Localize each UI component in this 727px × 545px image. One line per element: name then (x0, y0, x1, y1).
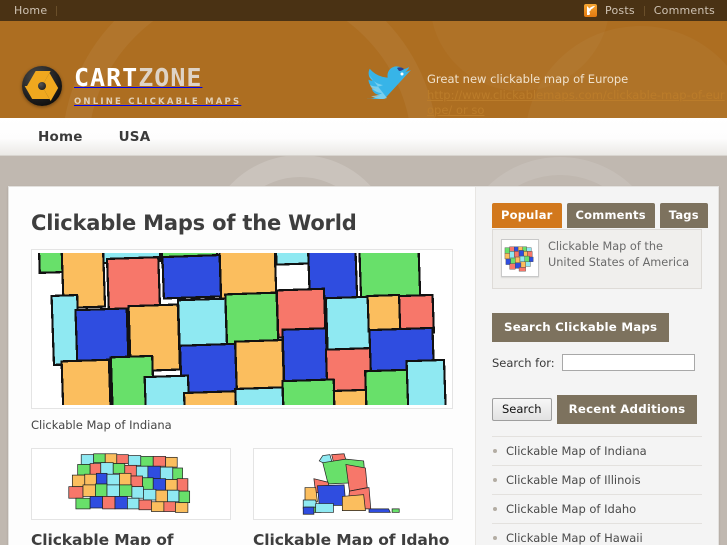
search-input[interactable] (561, 354, 695, 371)
topbar-home-link[interactable]: Home (14, 4, 47, 17)
idaho-map-frame[interactable] (253, 448, 453, 520)
logo-tagline: ONLINE CLICKABLE MAPS (74, 97, 242, 107)
featured-map-caption: Clickable Map of Indiana (31, 418, 172, 432)
usa-map-thumb-svg (504, 242, 536, 274)
topbar-right-group: Posts Comments (584, 4, 715, 17)
header-tweet: Great new clickable map of Europe http:/… (367, 65, 727, 118)
topbar-posts-link[interactable]: Posts (605, 4, 635, 17)
topbar-divider (56, 5, 58, 16)
illinois-map-title[interactable]: Clickable Map of Illinois (31, 531, 231, 545)
list-item[interactable]: Clickable Map of Idaho (492, 495, 702, 524)
tab-comments[interactable]: Comments (566, 203, 655, 228)
content-wrapper: Clickable Maps of the World Clickable Ma… (8, 186, 719, 545)
rss-arc-outer (587, 6, 596, 14)
tweet-link[interactable]: http://www.clickablemaps.com/clickable-m… (427, 88, 727, 118)
site-logo[interactable]: CARTZONE ONLINE CLICKABLE MAPS (22, 65, 241, 107)
tab-tags[interactable]: Tags (659, 203, 708, 228)
logo-wordmark: CARTZONE (74, 63, 202, 92)
sidebar: Popular Comments Tags Clickable Map of t… (476, 187, 718, 545)
map-card-illinois: Clickable Map of Illinois (31, 448, 231, 545)
top-utility-bar: Home Posts Comments (0, 0, 727, 21)
map-card-grid: Clickable Map of Illinois (31, 448, 453, 545)
search-row: Search for: (492, 354, 702, 371)
list-item[interactable]: Clickable Map of Illinois (492, 466, 702, 495)
map-card-idaho: Clickable Map of Idaho (253, 448, 453, 545)
list-item[interactable]: Clickable Map of Hawaii (492, 524, 702, 545)
logo-word-cart: CART (74, 63, 139, 92)
search-widget-heading: Search Clickable Maps (492, 313, 670, 342)
site-header: CARTZONE ONLINE CLICKABLE MAPS Great new… (0, 21, 727, 118)
nav-item-usa[interactable]: USA (101, 129, 169, 145)
illinois-map-frame[interactable] (31, 448, 231, 520)
radioactive-globe-icon (22, 66, 62, 106)
logo-hub (38, 82, 46, 90)
indiana-county-map[interactable] (35, 250, 449, 408)
popular-item-label[interactable]: Clickable Map of the United States of Am… (548, 239, 693, 272)
tab-popular[interactable]: Popular (492, 203, 562, 228)
twitter-bird-icon (367, 66, 411, 99)
search-button[interactable]: Search (492, 398, 552, 421)
usa-map-thumbnail[interactable] (501, 239, 539, 277)
main-content-column: Clickable Maps of the World Clickable Ma… (9, 187, 476, 545)
idaho-county-map[interactable] (257, 452, 449, 516)
popular-list-item[interactable]: Clickable Map of the United States of Am… (501, 239, 693, 277)
recent-additions-list: Clickable Map of Indiana Clickable Map o… (492, 436, 702, 545)
illinois-county-map[interactable] (35, 452, 227, 516)
tweet-body: Great new clickable map of Europe http:/… (427, 65, 727, 118)
popular-tab-panel: Clickable Map of the United States of Am… (492, 229, 702, 289)
topbar-divider-2 (643, 5, 645, 16)
rss-arc-inner (587, 10, 592, 14)
page-background: Clickable Maps of the World Clickable Ma… (0, 156, 727, 545)
topbar-comments-link[interactable]: Comments (654, 4, 715, 17)
main-navigation: Home USA (0, 118, 727, 156)
tweet-text: Great new clickable map of Europe (427, 72, 629, 86)
sidebar-tabs: Popular Comments Tags (492, 203, 708, 228)
search-label: Search for: (492, 355, 555, 370)
list-item[interactable]: Clickable Map of Indiana (492, 436, 702, 466)
recent-widget-heading: Recent Additions (556, 395, 698, 424)
page-title: Clickable Maps of the World (31, 211, 357, 235)
topbar-left-group: Home (14, 4, 66, 17)
logo-text-group: CARTZONE ONLINE CLICKABLE MAPS (74, 65, 241, 107)
idaho-map-title[interactable]: Clickable Map of Idaho (253, 531, 453, 545)
featured-map-frame[interactable] (31, 249, 453, 409)
logo-word-zone: ZONE (138, 63, 203, 92)
rss-icon[interactable] (584, 4, 598, 17)
nav-item-home[interactable]: Home (20, 129, 101, 145)
background-arc-decoration (229, 156, 633, 186)
